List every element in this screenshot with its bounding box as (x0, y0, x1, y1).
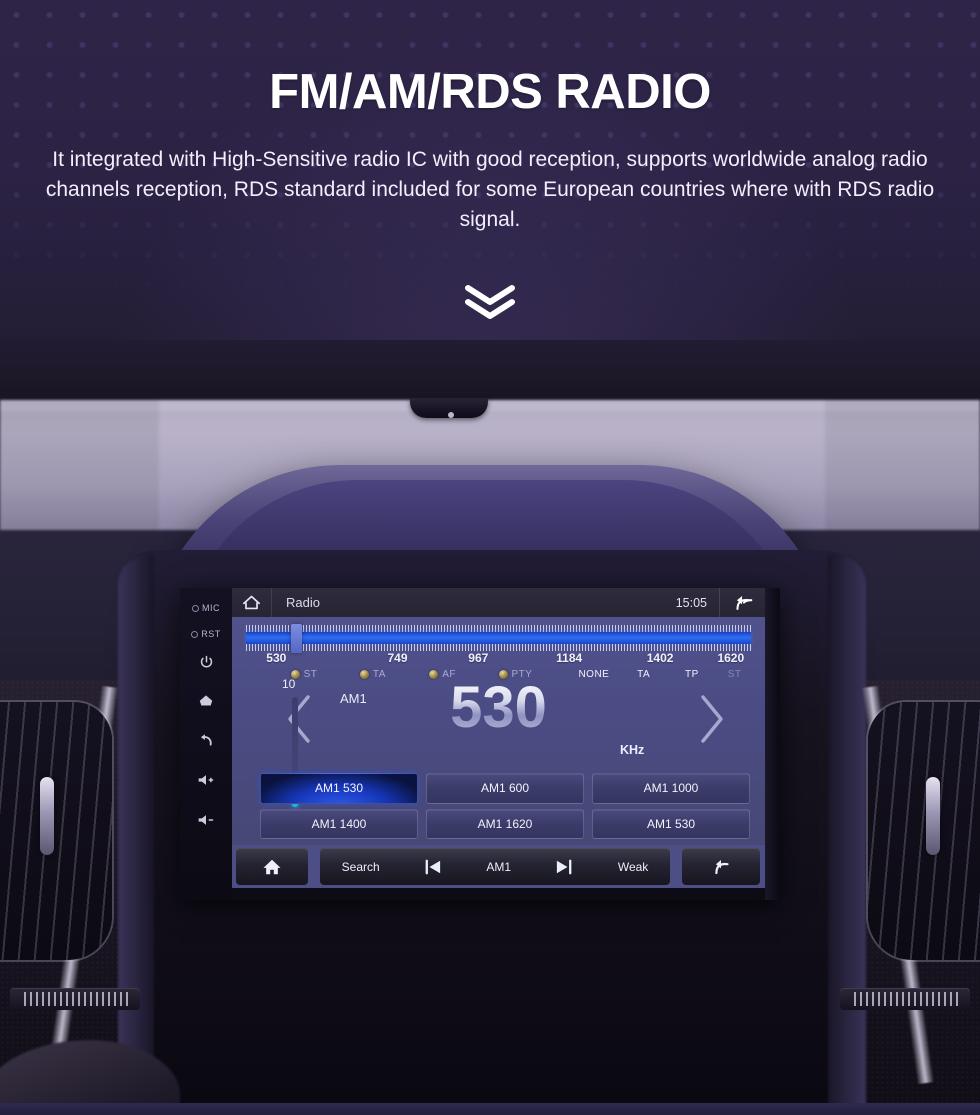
scale-label: 967 (468, 651, 489, 665)
home-icon (243, 595, 260, 610)
vent-knob-icon (40, 777, 54, 855)
mirror-sensor-icon (448, 412, 454, 418)
mic-button[interactable]: MIC (180, 596, 232, 620)
scale-label: 1184 (556, 651, 583, 665)
scale-bar (246, 632, 751, 644)
scale-label-row: 530 749 967 1184 1402 1620 (246, 651, 751, 667)
scale-label: 1620 (717, 651, 745, 665)
scale-label: 530 (266, 651, 287, 665)
tuning-knob[interactable] (291, 624, 303, 653)
radio-panel: 530 749 967 1184 1402 1620 ST TA AF PTY NONE TA TP S… (232, 617, 765, 845)
chevron-left-icon (288, 695, 310, 743)
status-bar: Radio 15:05 (232, 588, 765, 617)
reset-icon (191, 630, 199, 638)
mic-icon (192, 604, 199, 612)
preset-button-6[interactable]: AM1 530 (592, 808, 750, 839)
car-head-unit: MIC RST Radio 15:05 530 749 967 1184 140… (180, 588, 780, 900)
scale-ticks-top (246, 625, 751, 632)
preset-button-3[interactable]: AM1 1000 (592, 773, 750, 804)
tune-up-button[interactable] (695, 693, 729, 745)
clock: 15:05 (675, 595, 707, 610)
search-button[interactable]: Search (342, 860, 380, 874)
scale-ticks-bottom (246, 644, 751, 651)
statusbar-back-button[interactable] (719, 588, 765, 617)
double-chevron-down-icon[interactable] (462, 283, 518, 321)
preset-button-4[interactable]: AM1 1400 (260, 808, 418, 839)
volume-down-button[interactable] (180, 808, 232, 832)
volume-value: 10 (282, 677, 296, 691)
skip-previous-icon (425, 859, 441, 874)
vent-slats (0, 702, 112, 960)
dash-control-ticks (24, 992, 128, 1006)
dash-control-strip-right (840, 988, 970, 1010)
hardware-key-column: MIC RST (180, 588, 232, 900)
mic-label: MIC (202, 603, 220, 613)
back-hardware-button[interactable] (180, 728, 232, 752)
screen-right-bezel (765, 588, 780, 900)
promo-banner: FM/AM/RDS RADIO It integrated with High-… (0, 0, 980, 340)
power-button[interactable] (180, 650, 232, 674)
chevron-right-icon (701, 695, 723, 743)
volume-up-icon (198, 775, 214, 785)
next-station-button[interactable] (554, 859, 574, 875)
windshield-trim (0, 340, 980, 402)
tuning-scale[interactable] (246, 624, 751, 653)
preset-button-1[interactable]: AM1 530 (260, 773, 418, 804)
dash-control-strip-left (10, 988, 140, 1010)
home-filled-icon (263, 859, 281, 874)
page-root: FM/AM/RDS RADIO It integrated with High-… (0, 0, 980, 1115)
console-edge-left (118, 555, 154, 1110)
power-icon (200, 655, 212, 667)
vent-slats (868, 702, 980, 960)
reset-label: RST (201, 629, 221, 639)
back-arrow-icon (735, 596, 752, 610)
volume-down-icon (198, 815, 214, 825)
bottom-toolbar: Search AM1 Weak (232, 845, 765, 888)
home-hardware-button[interactable] (180, 688, 232, 712)
scale-label: 1402 (646, 651, 674, 665)
dash-control-ticks (854, 992, 958, 1006)
preset-button-2[interactable]: AM1 600 (426, 773, 584, 804)
toolbar-back-button[interactable] (682, 848, 760, 885)
return-arrow-icon (715, 860, 729, 875)
air-vent-left (0, 702, 112, 960)
back-arrow-icon (200, 733, 212, 746)
reset-button[interactable]: RST (180, 622, 232, 646)
frequency-unit: KHz (620, 743, 645, 757)
tune-down-button[interactable] (282, 693, 316, 745)
statusbar-home-button[interactable] (232, 588, 272, 617)
air-vent-right (868, 702, 980, 960)
volume-up-button[interactable] (180, 768, 232, 792)
preset-button-5[interactable]: AM1 1620 (426, 808, 584, 839)
head-unit-screen: Radio 15:05 530 749 967 1184 1402 1620 S… (232, 588, 765, 888)
vent-knob-icon (926, 777, 940, 855)
page-bottom-edge (0, 1103, 980, 1115)
scale-label: 749 (387, 651, 408, 665)
statusbar-title: Radio (286, 595, 320, 610)
toolbar-home-button[interactable] (236, 848, 308, 885)
page-subtitle: It integrated with High-Sensitive radio … (45, 148, 935, 231)
previous-station-button[interactable] (423, 859, 443, 875)
console-edge-right (828, 555, 866, 1110)
toolbar-controls: Search AM1 Weak (320, 848, 670, 885)
preset-grid: AM1 530 AM1 600 AM1 1000 AM1 1400 AM1 1620 AM… (260, 773, 750, 839)
home-icon (199, 695, 213, 706)
page-title: FM/AM/RDS RADIO (269, 65, 711, 119)
rearview-mirror (410, 398, 488, 418)
weak-strong-button[interactable]: Weak (618, 860, 648, 874)
skip-next-icon (557, 859, 572, 874)
band-button[interactable]: AM1 (486, 860, 511, 874)
